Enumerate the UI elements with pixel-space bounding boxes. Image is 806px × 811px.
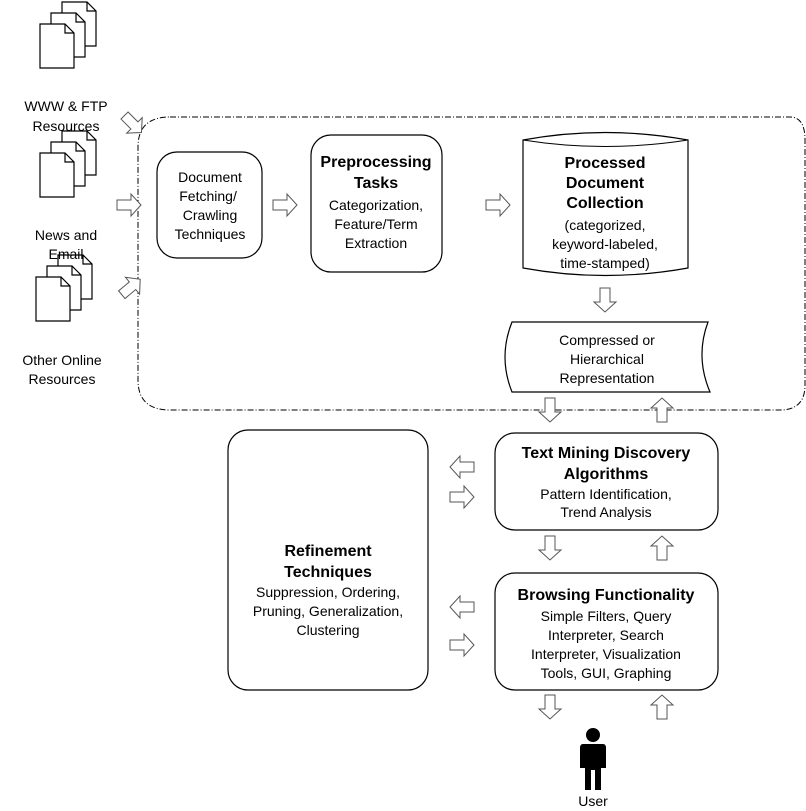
browsing-title: Browsing Functionality [518,587,695,604]
flow-arrow-icon [449,454,475,480]
flow-arrow-icon [449,594,475,620]
source-label-news: News and Email [35,227,97,262]
flow-arrow-icon [537,694,563,720]
flow-arrow-icon [649,694,675,720]
flow-arrow-icon [449,484,475,510]
document-stack-icon [35,254,93,322]
flow-arrow-icon [649,535,675,561]
flow-arrow-icon [120,111,143,134]
representation-text: Compressed or Hierarchical Representation [559,332,655,386]
flow-arrow-icon [272,192,298,218]
document-stack-icon [39,1,97,69]
flow-arrow-icon [449,632,475,658]
document-stack-icon [39,130,97,198]
flow-arrow-icon [537,535,563,561]
flow-arrow-icon [117,276,141,300]
person-icon [580,728,606,790]
collection-body: (categorized, keyword-labeled, time-stampe… [552,217,658,271]
refinement-box [227,429,429,691]
collection-title: Processed Document Collection [565,155,646,212]
flow-arrow-icon [592,287,618,313]
text-mining-architecture-diagram: WWW & FTP Resources News and Email Other O… [22,1,806,809]
user-label: User [578,793,608,809]
source-label-www: WWW & FTP Resources [24,98,107,134]
flow-arrow-icon [116,192,142,218]
flow-arrow-icon [485,192,511,218]
source-label-other: Other Online Resources [22,352,102,387]
fetching-box [156,151,263,259]
